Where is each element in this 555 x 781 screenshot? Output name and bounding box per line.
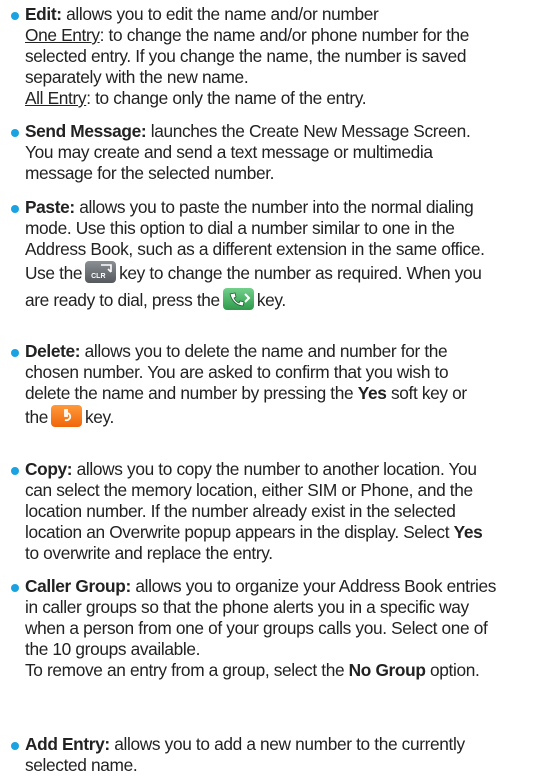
item-title: Edit: xyxy=(25,4,62,24)
item-line: To remove an entry from a group, select … xyxy=(25,660,345,680)
bullet-icon xyxy=(11,349,19,357)
item-text: Copy: allows you to copy the number to a… xyxy=(25,459,550,564)
item-line: : to change the name and/or phone number… xyxy=(99,25,470,45)
item-line: the xyxy=(25,407,48,427)
item-line: allows you to organize your Address Book… xyxy=(135,576,497,596)
item-line: You may create and send a text message o… xyxy=(25,142,433,162)
item-line: separately with the new name. xyxy=(25,67,249,87)
item-text: Add Entry: allows you to add a new numbe… xyxy=(25,734,550,776)
option-name: One Entry xyxy=(25,25,100,45)
send-key-icon xyxy=(222,288,254,311)
item-line: the 10 groups available. xyxy=(25,639,201,659)
item-line: allows you to copy the number to another… xyxy=(76,459,477,479)
item-title: Paste: xyxy=(25,197,75,217)
item-line: can select the memory location, either S… xyxy=(25,480,473,500)
item-text: Paste: allows you to paste the number in… xyxy=(25,197,550,314)
item-line: message for the selected number. xyxy=(25,163,275,183)
item-line: launches the Create New Message Screen. xyxy=(150,121,471,141)
item-line: key to change the number as required. Wh… xyxy=(119,263,482,283)
bullet-icon xyxy=(11,205,19,213)
item-line: selected name. xyxy=(25,755,138,775)
item-title: Caller Group: xyxy=(25,576,131,596)
bullet-icon xyxy=(11,467,19,475)
item-line: to overwrite and replace the entry. xyxy=(25,543,273,563)
item-line: mode. Use this option to dial a number s… xyxy=(25,218,455,238)
item-line: : to change only the name of the entry. xyxy=(86,88,367,108)
item-line: option. xyxy=(430,660,480,680)
item-line: Address Book, such as a different extens… xyxy=(25,239,485,259)
option-name: All Entry xyxy=(25,88,87,108)
bullet-icon xyxy=(11,129,19,137)
clear-key-label: CLR xyxy=(91,273,106,281)
item-line: key. xyxy=(84,407,114,427)
item-line: allows you to add a new number to the cu… xyxy=(114,734,465,754)
bullet-icon xyxy=(11,742,19,750)
yes-option-label: Yes xyxy=(453,522,483,542)
item-line: selected entry. If you change the name, … xyxy=(25,46,467,66)
item-line: allows you to delete the name and number… xyxy=(84,341,448,361)
item-line: delete the name and number by pressing t… xyxy=(25,383,354,403)
item-text: Delete: allows you to delete the name an… xyxy=(25,341,550,431)
item-line: allows you to edit the name and/or numbe… xyxy=(66,4,379,24)
item-text: Edit: allows you to edit the name and/or… xyxy=(25,4,550,109)
item-line: Use the xyxy=(25,263,83,283)
item-line: when a person from one of your groups ca… xyxy=(25,618,488,638)
item-title: Add Entry: xyxy=(25,734,110,754)
item-line: soft key or xyxy=(390,383,467,403)
item-text: Caller Group: allows you to organize you… xyxy=(25,576,550,681)
item-line: in caller groups so that the phone alert… xyxy=(25,597,469,617)
yes-softkey-label: Yes xyxy=(357,383,387,403)
bullet-icon xyxy=(11,584,19,592)
clear-key-icon: CLR xyxy=(85,261,117,284)
item-text: Send Message: launches the Create New Me… xyxy=(25,121,550,184)
item-title: Delete: xyxy=(25,341,81,361)
item-line: location an Overwrite popup appears in t… xyxy=(25,522,450,542)
item-line: allows you to paste the number into the … xyxy=(79,197,474,217)
item-line: key. xyxy=(256,290,286,310)
end-key-icon xyxy=(50,405,82,428)
item-line: chosen number. You are asked to confirm … xyxy=(25,362,449,382)
item-title: Send Message: xyxy=(25,121,147,141)
bullet-icon xyxy=(11,12,19,20)
item-line: location number. If the number already e… xyxy=(25,501,456,521)
item-line: are ready to dial, press the xyxy=(25,290,220,310)
item-title: Copy: xyxy=(25,459,73,479)
no-group-option-label: No Group xyxy=(348,660,426,680)
